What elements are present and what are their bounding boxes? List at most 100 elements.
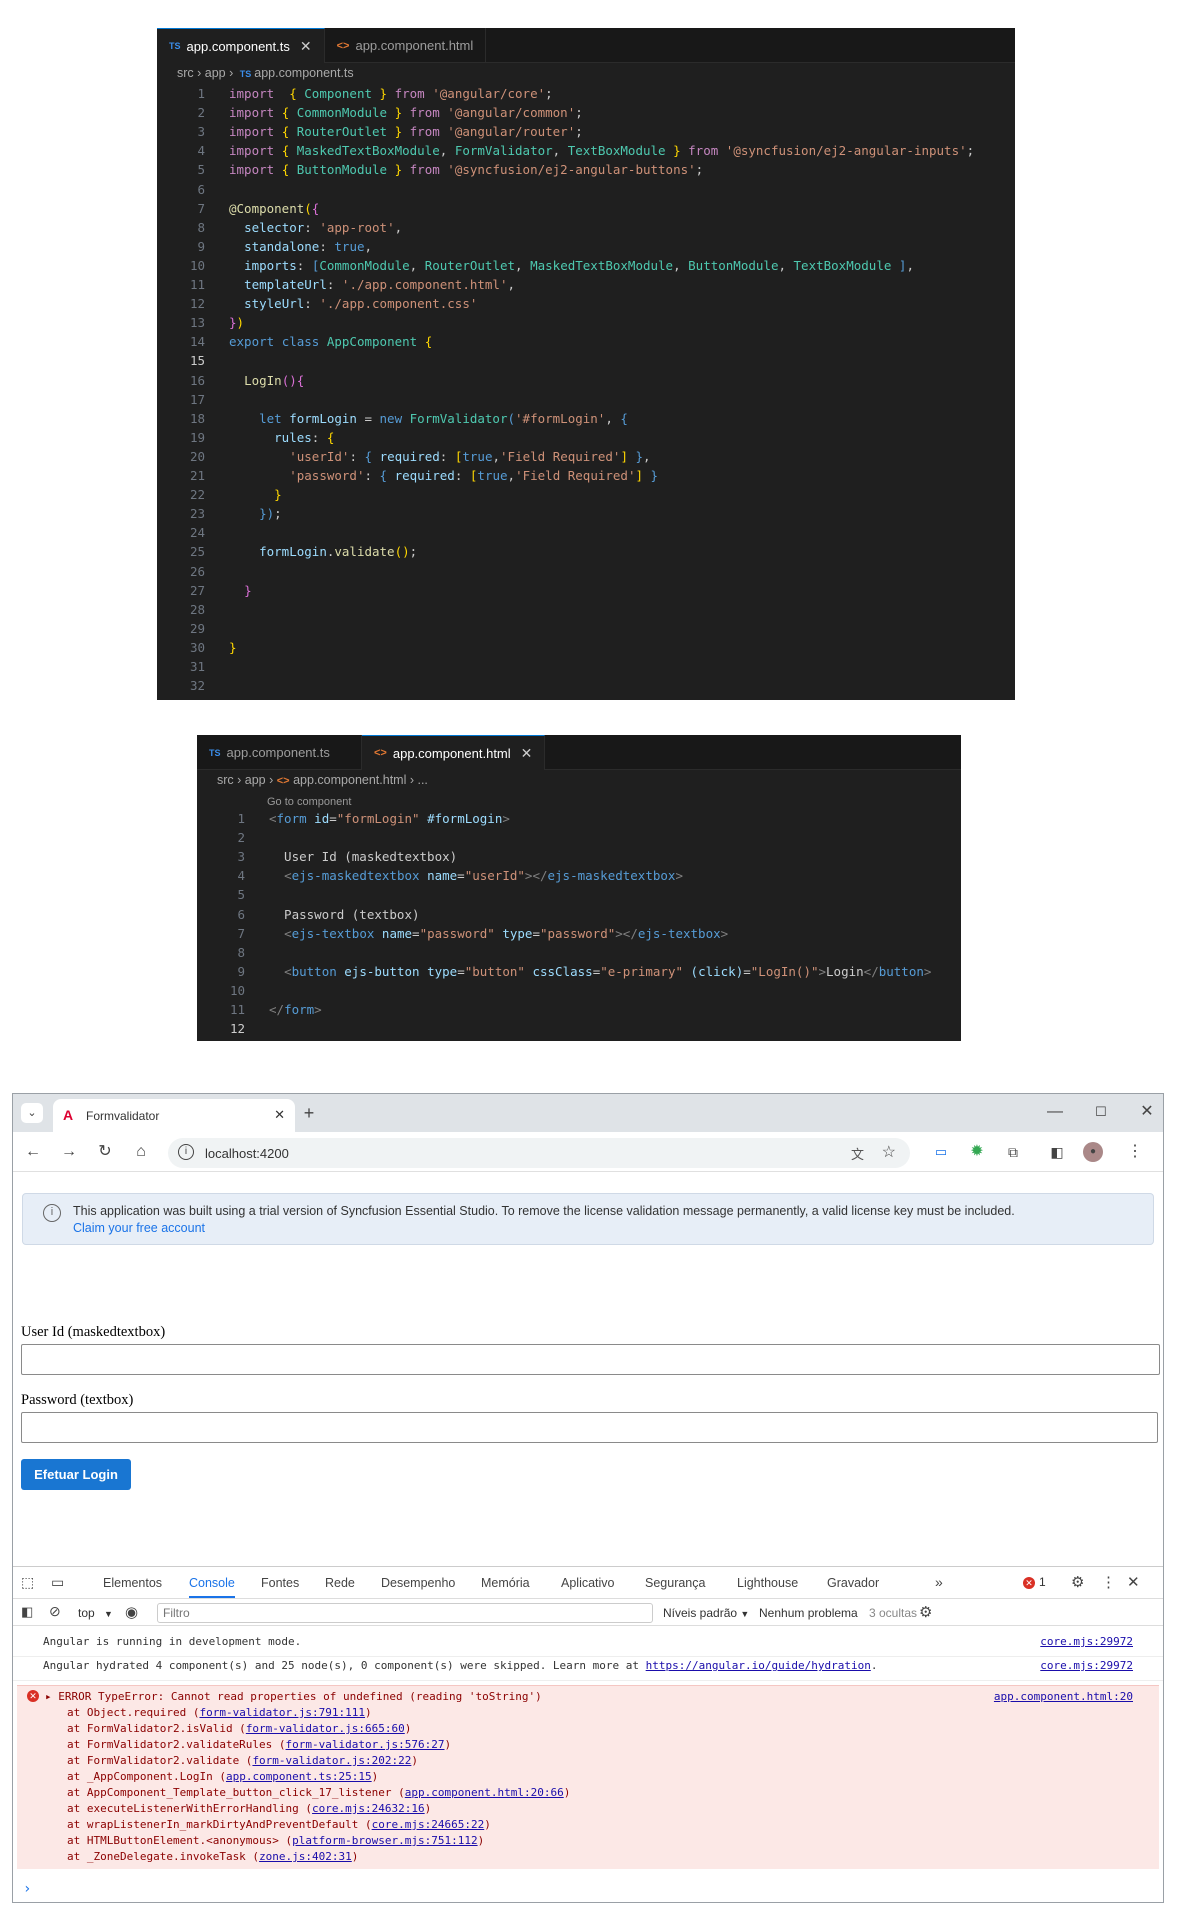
breadcrumb-file[interactable]: app.component.ts: [254, 66, 353, 80]
source-link[interactable]: core.mjs:29972: [1040, 1635, 1133, 1648]
code-line[interactable]: LogIn(){: [229, 373, 304, 388]
code-line[interactable]: import { Component } from '@angular/core…: [229, 86, 553, 101]
tab-app-component-ts[interactable]: TS app.component.ts: [197, 735, 362, 770]
code-line[interactable]: <ejs-textbox name="password" type="passw…: [269, 926, 728, 941]
extensions-puzzle-icon[interactable]: ⧉: [1003, 1142, 1023, 1162]
console-link[interactable]: https://angular.io/guide/hydration: [646, 1659, 871, 1672]
code-area[interactable]: 1 import { Component } from '@angular/cor…: [157, 86, 1015, 700]
devtools-tab-1[interactable]: Console: [189, 1567, 235, 1598]
code-line[interactable]: <form id="formLogin" #formLogin>: [269, 811, 510, 826]
close-devtools-icon[interactable]: ✕: [1127, 1573, 1140, 1591]
close-tab-icon[interactable]: ✕: [274, 1107, 285, 1123]
stack-frame-link[interactable]: platform-browser.mjs:751:112: [292, 1834, 477, 1847]
issues-count[interactable]: Nenhum problema: [759, 1606, 858, 1620]
code-line[interactable]: standalone: true,: [229, 239, 372, 254]
stack-frame-link[interactable]: core.mjs:24632:16: [312, 1802, 425, 1815]
sidebar-toggle-icon[interactable]: ◧: [21, 1604, 33, 1620]
stack-frame-link[interactable]: form-validator.js:665:60: [246, 1722, 405, 1735]
code-line[interactable]: let formLogin = new FormValidator('#form…: [229, 411, 628, 426]
stack-frame-link[interactable]: core.mjs:24665:22: [372, 1818, 485, 1831]
login-button[interactable]: Efetuar Login: [21, 1459, 131, 1490]
code-line[interactable]: }: [229, 583, 252, 598]
stack-frame-link[interactable]: form-validator.js:576:27: [286, 1738, 445, 1751]
home-icon[interactable]: ⌂: [131, 1142, 151, 1162]
side-panel-icon[interactable]: ◧: [1047, 1142, 1067, 1162]
live-expression-eye-icon[interactable]: ◉: [125, 1603, 138, 1621]
devtools-tab-8[interactable]: Lighthouse: [737, 1567, 798, 1599]
more-tabs-icon[interactable]: »: [935, 1574, 943, 1590]
stack-frame-link[interactable]: form-validator.js:202:22: [252, 1754, 411, 1767]
close-icon[interactable]: ✕: [521, 745, 533, 762]
translate-icon[interactable]: 文: [851, 1144, 864, 1163]
breadcrumb-app[interactable]: app: [245, 773, 266, 787]
stack-frame-link[interactable]: app.component.html:20:66: [405, 1786, 564, 1799]
code-area[interactable]: 1 <form id="formLogin" #formLogin> 2 3 User…: [197, 811, 961, 1041]
devtools-tab-3[interactable]: Rede: [325, 1567, 355, 1599]
code-line[interactable]: import { ButtonModule } from '@syncfusio…: [229, 162, 703, 177]
console-settings-icon[interactable]: ⚙: [919, 1603, 932, 1621]
devtools-menu-icon[interactable]: ⋮: [1101, 1573, 1116, 1591]
avatar[interactable]: ●: [1083, 1142, 1103, 1162]
code-line[interactable]: });: [229, 506, 282, 521]
code-line[interactable]: styleUrl: './app.component.css': [229, 296, 477, 311]
code-line[interactable]: }: [229, 487, 282, 502]
code-line[interactable]: templateUrl: './app.component.html',: [229, 277, 515, 292]
back-icon[interactable]: ←: [23, 1142, 43, 1162]
minimize-icon[interactable]: —: [1045, 1102, 1065, 1122]
code-line[interactable]: export class AppComponent {: [229, 334, 432, 349]
breadcrumb-file[interactable]: app.component.html: [293, 773, 406, 787]
devtools-tab-5[interactable]: Memória: [481, 1567, 530, 1599]
devtools-tab-2[interactable]: Fontes: [261, 1567, 299, 1599]
code-line[interactable]: </form>: [269, 1002, 322, 1017]
code-line[interactable]: @Component({: [229, 201, 319, 216]
breadcrumb-src[interactable]: src: [177, 66, 194, 80]
new-tab-icon[interactable]: +: [298, 1103, 320, 1123]
code-line[interactable]: formLogin.validate();: [229, 544, 417, 559]
error-header[interactable]: ▸ ERROR TypeError: Cannot read propertie…: [17, 1690, 1159, 1703]
forward-icon[interactable]: →: [59, 1142, 79, 1162]
close-window-icon[interactable]: ✕: [1137, 1102, 1157, 1122]
close-icon[interactable]: ✕: [300, 38, 312, 55]
code-line[interactable]: <ejs-maskedtextbox name="userId"></ejs-m…: [269, 868, 683, 883]
code-line[interactable]: import { MaskedTextBoxModule, FormValida…: [229, 143, 974, 158]
code-line[interactable]: selector: 'app-root',: [229, 220, 402, 235]
tab-app-component-html[interactable]: <> app.component.html: [325, 28, 487, 63]
stack-frame-link[interactable]: app.component.ts:25:15: [226, 1770, 372, 1783]
devtools-tab-4[interactable]: Desempenho: [381, 1567, 455, 1599]
tab-app-component-ts[interactable]: TS app.component.ts ✕: [157, 28, 325, 63]
breadcrumb-src[interactable]: src: [217, 773, 234, 787]
code-line[interactable]: User Id (maskedtextbox): [269, 849, 457, 864]
code-line[interactable]: rules: {: [229, 430, 334, 445]
bookmark-star-icon[interactable]: ☆: [882, 1142, 896, 1162]
context-select[interactable]: top ▼: [78, 1606, 113, 1620]
console-filter-input[interactable]: [157, 1603, 653, 1623]
tab-search-icon[interactable]: ⌄: [21, 1103, 43, 1123]
stack-frame-link[interactable]: zone.js:402:31: [259, 1850, 352, 1863]
browser-tab[interactable]: A Formvalidator ✕: [53, 1099, 295, 1132]
claim-account-link[interactable]: Claim your free account: [73, 1221, 205, 1235]
codelens-go-to-component[interactable]: Go to component: [267, 796, 351, 808]
console-prompt[interactable]: ›: [13, 1881, 1163, 1897]
password-textbox[interactable]: [21, 1412, 1158, 1443]
userid-maskedtextbox[interactable]: [21, 1344, 1160, 1375]
site-info-icon[interactable]: i: [178, 1144, 194, 1160]
code-line[interactable]: 'userId': { required: [true,'Field Requi…: [229, 449, 650, 464]
devtools-tab-7[interactable]: Segurança: [645, 1567, 705, 1599]
error-count-badge[interactable]: ✕ 1: [1023, 1575, 1046, 1589]
code-line[interactable]: Password (textbox): [269, 907, 419, 922]
code-line[interactable]: <button ejs-button type="button" cssClas…: [269, 964, 931, 979]
source-link[interactable]: core.mjs:29972: [1040, 1659, 1133, 1672]
breadcrumb-app[interactable]: app: [205, 66, 226, 80]
inspect-element-icon[interactable]: ⬚: [21, 1574, 34, 1591]
reload-icon[interactable]: ↻: [95, 1142, 115, 1162]
stack-frame-link[interactable]: form-validator.js:791:111: [199, 1706, 365, 1719]
device-toolbar-icon[interactable]: ▭: [51, 1574, 64, 1591]
devtools-tab-0[interactable]: Elementos: [103, 1567, 162, 1599]
extension-gear-icon[interactable]: ✹: [967, 1142, 987, 1162]
code-line[interactable]: import { CommonModule } from '@angular/c…: [229, 105, 583, 120]
code-line[interactable]: }): [229, 315, 244, 330]
maximize-icon[interactable]: ☐: [1091, 1102, 1111, 1122]
settings-gear-icon[interactable]: ⚙: [1071, 1573, 1084, 1591]
code-line[interactable]: imports: [CommonModule, RouterOutlet, Ma…: [229, 258, 914, 273]
cast-icon[interactable]: ▭: [931, 1142, 951, 1162]
